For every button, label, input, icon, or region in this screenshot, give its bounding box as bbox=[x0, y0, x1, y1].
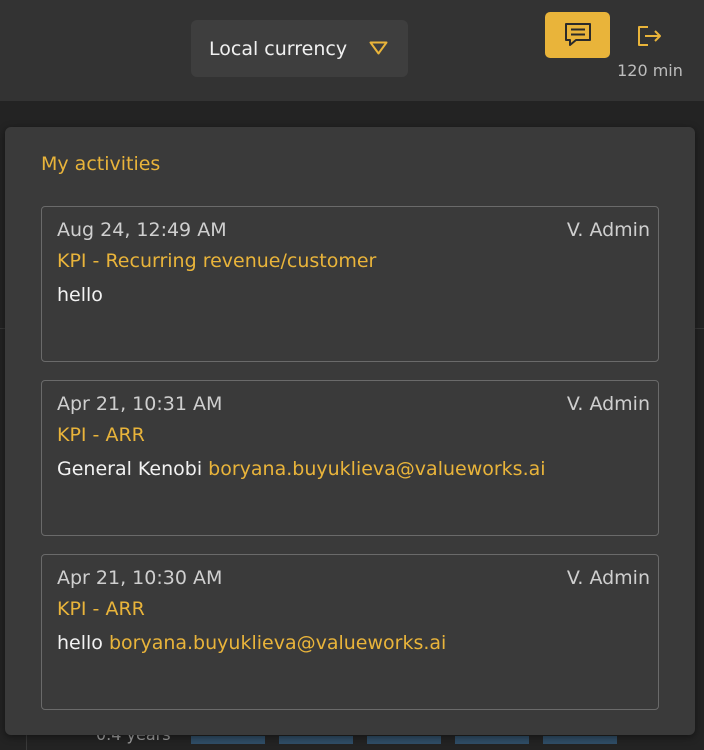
activity-author: V. Admin bbox=[566, 393, 650, 415]
activities-popover: My activities Aug 24, 12:49 AM V. Admin … bbox=[5, 127, 695, 735]
activity-message-text: hello bbox=[57, 284, 103, 306]
activity-kpi-link[interactable]: KPI - ARR bbox=[57, 424, 145, 446]
activity-date: Apr 21, 10:31 AM bbox=[57, 393, 223, 415]
activity-message: hello bbox=[57, 284, 103, 306]
activity-message: General Kenobi boryana.buyuklieva@valuew… bbox=[57, 458, 546, 480]
currency-select[interactable]: Local currency bbox=[191, 20, 408, 77]
chat-icon bbox=[564, 23, 591, 46]
activity-date: Aug 24, 12:49 AM bbox=[57, 219, 227, 241]
chat-button[interactable] bbox=[545, 12, 610, 58]
activity-card[interactable]: Apr 21, 10:31 AM V. Admin KPI - ARR Gene… bbox=[41, 380, 659, 536]
activity-message-text: hello bbox=[57, 632, 109, 654]
activity-mention[interactable]: boryana.buyuklieva@valueworks.ai bbox=[208, 458, 545, 480]
activity-mention[interactable]: boryana.buyuklieva@valueworks.ai bbox=[109, 632, 446, 654]
activity-message-text: General Kenobi bbox=[57, 458, 209, 480]
activity-author: V. Admin bbox=[566, 219, 650, 241]
logout-button[interactable] bbox=[630, 20, 668, 52]
chevron-down-icon bbox=[369, 41, 388, 55]
session-timer: 120 min bbox=[617, 61, 683, 80]
activity-kpi-link[interactable]: KPI - Recurring revenue/customer bbox=[57, 250, 376, 272]
activity-card[interactable]: Aug 24, 12:49 AM V. Admin KPI - Recurrin… bbox=[41, 206, 659, 362]
top-bar: Local currency 120 min bbox=[0, 0, 704, 101]
activity-card[interactable]: Apr 21, 10:30 AM V. Admin KPI - ARR hell… bbox=[41, 554, 659, 710]
currency-select-label: Local currency bbox=[209, 37, 348, 60]
activities-title: My activities bbox=[41, 153, 161, 175]
activity-kpi-link[interactable]: KPI - ARR bbox=[57, 598, 145, 620]
activity-message: hello boryana.buyuklieva@valueworks.ai bbox=[57, 632, 446, 654]
activity-date: Apr 21, 10:30 AM bbox=[57, 567, 223, 589]
activity-author: V. Admin bbox=[566, 567, 650, 589]
logout-icon bbox=[638, 26, 661, 46]
